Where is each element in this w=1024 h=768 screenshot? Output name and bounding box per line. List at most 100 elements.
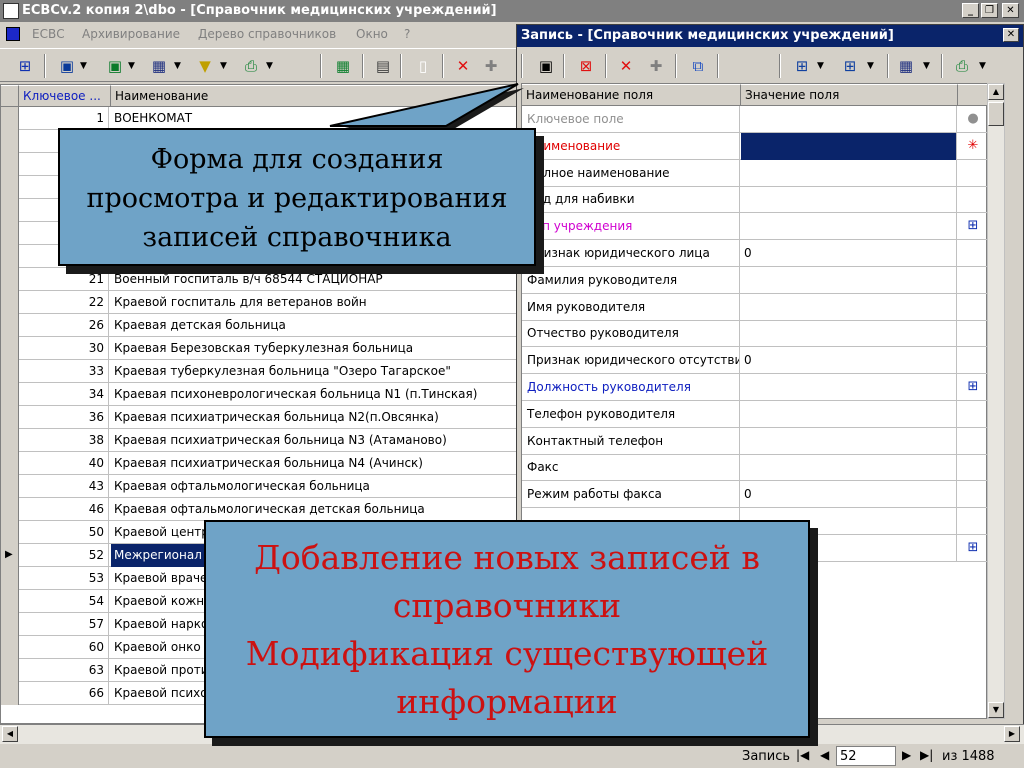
- cell-key[interactable]: 63: [19, 659, 109, 682]
- row-indicator[interactable]: [1, 452, 19, 475]
- scroll-down-button[interactable]: ▼: [988, 702, 1004, 718]
- cell-key[interactable]: 50: [19, 521, 109, 544]
- column-header-key[interactable]: Ключевое ...: [19, 85, 111, 107]
- cell-key[interactable]: 1: [19, 107, 109, 130]
- cell-key[interactable]: 33: [19, 360, 109, 383]
- copy-icon[interactable]: ⧉: [687, 55, 709, 77]
- field-row[interactable]: Должность руководителя ⊞: [522, 374, 988, 401]
- cell-key[interactable]: 57: [19, 613, 109, 636]
- spreadsheet-icon[interactable]: ▦: [332, 55, 354, 77]
- cell-name[interactable]: Краевой госпиталь для ветеранов войн: [111, 291, 511, 314]
- cell-key[interactable]: 38: [19, 429, 109, 452]
- field-row[interactable]: Ключевое поле ●: [522, 106, 988, 133]
- field-row[interactable]: Код для набивки: [522, 186, 988, 214]
- row-indicator[interactable]: [1, 176, 19, 199]
- field-row[interactable]: Контактный телефон: [522, 427, 988, 455]
- delete-icon[interactable]: ✕: [452, 55, 474, 77]
- filter-icon[interactable]: ▼: [194, 55, 216, 77]
- field-value[interactable]: [741, 266, 957, 294]
- chevron-down-icon[interactable]: ▼: [128, 55, 135, 77]
- row-indicator[interactable]: [1, 268, 19, 291]
- cell-name[interactable]: Военный госпиталь в/ч 68544 СТАЦИОНАР: [111, 268, 511, 291]
- row-indicator[interactable]: [1, 153, 19, 176]
- field-row[interactable]: Имя руководителя: [522, 293, 988, 321]
- row-indicator[interactable]: [1, 245, 19, 268]
- field-value[interactable]: 0: [741, 347, 957, 375]
- field-value[interactable]: [741, 132, 957, 160]
- chevron-down-icon[interactable]: ▼: [923, 55, 930, 77]
- table-row[interactable]: 26 Краевая детская больница: [1, 314, 521, 337]
- cell-name[interactable]: Краевая туберкулезная больница "Озеро Та…: [111, 360, 511, 383]
- chevron-down-icon[interactable]: ▼: [266, 55, 273, 77]
- table-icon[interactable]: ▦: [895, 55, 917, 77]
- cell-key[interactable]: 52: [19, 544, 109, 567]
- table-row[interactable]: 21 Военный госпиталь в/ч 68544 СТАЦИОНАР: [1, 268, 521, 291]
- document-icon[interactable]: ▤: [372, 55, 394, 77]
- cell-name[interactable]: Краевая офтальмологическая детская больн…: [111, 498, 511, 521]
- row-indicator[interactable]: [1, 498, 19, 521]
- table-row[interactable]: 43 Краевая офтальмологическая больница: [1, 475, 521, 498]
- column-header-name[interactable]: Наименование: [111, 85, 521, 107]
- scroll-up-button[interactable]: ▲: [988, 84, 1004, 100]
- menu-directory-tree[interactable]: Дерево справочников: [198, 27, 336, 41]
- cell-name[interactable]: ВОЕНКОМАТ: [111, 107, 511, 130]
- cell-key[interactable]: 21: [19, 268, 109, 291]
- field-row[interactable]: Отчество руководителя: [522, 320, 988, 348]
- cell-key[interactable]: 40: [19, 452, 109, 475]
- record-number-input[interactable]: [836, 746, 896, 766]
- prev-record-button[interactable]: ◀: [820, 748, 829, 762]
- mdi-child-icon[interactable]: [6, 27, 20, 41]
- row-indicator[interactable]: [1, 429, 19, 452]
- field-value[interactable]: [741, 427, 957, 455]
- last-record-button[interactable]: ▶|: [920, 748, 933, 762]
- cell-name[interactable]: Краевая детская больница: [111, 314, 511, 337]
- table-row[interactable]: 34 Краевая психоневрологическая больница …: [1, 383, 521, 406]
- row-indicator[interactable]: [1, 360, 19, 383]
- new-record-icon[interactable]: ▯: [412, 55, 434, 77]
- cell-name[interactable]: Краевая Березовская туберкулезная больни…: [111, 337, 511, 360]
- cell-key[interactable]: 30: [19, 337, 109, 360]
- row-indicator[interactable]: [1, 567, 19, 590]
- scroll-left-button[interactable]: ◀: [2, 726, 18, 742]
- menu-help[interactable]: ?: [404, 27, 410, 41]
- record-close-button[interactable]: ✕: [1003, 28, 1019, 42]
- print-icon[interactable]: ⎙: [951, 55, 973, 77]
- chevron-down-icon[interactable]: ▼: [220, 55, 227, 77]
- row-indicator[interactable]: [1, 613, 19, 636]
- menu-archiving[interactable]: Архивирование: [82, 27, 180, 41]
- field-row[interactable]: Фамилия руководителя: [522, 266, 988, 294]
- menu-esvs[interactable]: ЕСВС: [32, 27, 65, 41]
- column-header-field-name[interactable]: Наименование поля: [522, 84, 741, 106]
- cell-key[interactable]: 22: [19, 291, 109, 314]
- field-value[interactable]: [741, 454, 957, 482]
- row-indicator[interactable]: [1, 383, 19, 406]
- table-row[interactable]: 38 Краевая психиатрическая больница N3 (А…: [1, 429, 521, 452]
- hierarchy-icon[interactable]: ⊞: [839, 55, 861, 77]
- close-button[interactable]: ✕: [1002, 3, 1019, 18]
- table-row[interactable]: 30 Краевая Березовская туберкулезная боль…: [1, 337, 521, 360]
- field-value[interactable]: [741, 374, 957, 401]
- field-row[interactable]: Наименование ✳: [522, 132, 988, 160]
- table-row[interactable]: 46 Краевая офтальмологическая детская бол…: [1, 498, 521, 521]
- field-value[interactable]: [741, 400, 957, 428]
- row-indicator[interactable]: [1, 636, 19, 659]
- field-value[interactable]: [741, 293, 957, 321]
- row-indicator[interactable]: [1, 590, 19, 613]
- cell-key[interactable]: 36: [19, 406, 109, 429]
- table-row[interactable]: 33 Краевая туберкулезная больница "Озеро …: [1, 360, 521, 383]
- cell-key[interactable]: 26: [19, 314, 109, 337]
- save-icon[interactable]: ▣: [56, 55, 78, 77]
- field-value[interactable]: [741, 320, 957, 348]
- field-row[interactable]: Телефон руководителя: [522, 400, 988, 428]
- tree-view-icon[interactable]: ⊞: [14, 55, 36, 77]
- table-icon[interactable]: ▦: [148, 55, 170, 77]
- chevron-down-icon[interactable]: ▼: [979, 55, 986, 77]
- lookup-tree-icon[interactable]: ⊞: [958, 213, 988, 240]
- field-row[interactable]: Признак юридического лица 0: [522, 240, 988, 267]
- row-indicator[interactable]: [1, 291, 19, 314]
- next-record-button[interactable]: ▶: [902, 748, 911, 762]
- row-indicator[interactable]: [1, 659, 19, 682]
- row-indicator[interactable]: [1, 314, 19, 337]
- row-indicator[interactable]: [1, 222, 19, 245]
- chevron-down-icon[interactable]: ▼: [817, 55, 824, 77]
